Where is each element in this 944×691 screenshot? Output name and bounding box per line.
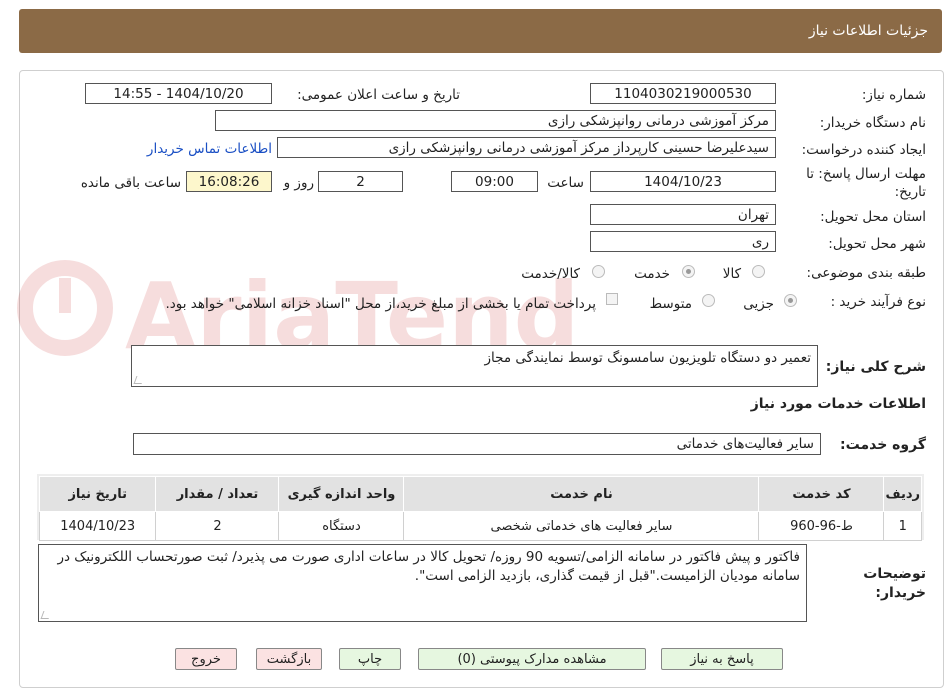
buyer-notes-text: فاکتور و پیش فاکتور در سامانه الزامی/تسو… (57, 549, 800, 584)
cell-row: 1 (883, 511, 922, 541)
creator-label: ایجاد کننده درخواست: (801, 142, 926, 158)
remaining-time-field: 16:08:26 (186, 171, 272, 192)
services-table: ردیف کد خدمت نام خدمت واحد اندازه گیری ت… (38, 476, 922, 541)
category-goods-label: کالا (722, 266, 741, 282)
remaining-label: ساعت باقی مانده (80, 175, 181, 191)
cell-code: ط-96-960 (758, 511, 885, 541)
province-label: استان محل تحویل: (820, 209, 926, 225)
col-qty: تعداد / مقدار (155, 476, 280, 512)
creator-field: سیدعلیرضا حسینی کارپرداز مرکز آموزشی درم… (277, 137, 776, 158)
province-field: تهران (590, 204, 776, 225)
description-label: شرح کلی نیاز: (825, 359, 926, 375)
need-number-field: 1104030219000530 (590, 83, 776, 104)
cell-qty: 2 (155, 511, 280, 541)
table-header-row: ردیف کد خدمت نام خدمت واحد اندازه گیری ت… (38, 476, 922, 512)
category-both-radio[interactable] (592, 265, 605, 278)
resize-handle-icon[interactable] (40, 611, 52, 619)
announce-field: 1404/10/20 - 14:55 (85, 83, 272, 104)
category-goods-radio[interactable] (752, 265, 765, 278)
need-number-label: شماره نیاز: (861, 87, 926, 103)
exit-button[interactable]: خروج (175, 648, 237, 670)
table-row: 1 ط-96-960 سایر فعالیت های خدماتی شخصی د… (38, 511, 922, 541)
reply-button[interactable]: پاسخ به نیاز (661, 648, 783, 670)
process-minor-radio[interactable] (784, 294, 797, 307)
col-code: کد خدمت (758, 476, 885, 512)
service-group-field: سایر فعالیت‌های خدماتی (133, 433, 821, 455)
city-field: ری (590, 231, 776, 252)
description-field: تعمیر دو دستگاه تلویزیون سامسونگ توسط نم… (131, 345, 818, 387)
process-medium-radio[interactable] (702, 294, 715, 307)
deadline-date-field: 1404/10/23 (590, 171, 776, 192)
days-field: 2 (318, 171, 403, 192)
process-minor-label: جزیی (743, 296, 774, 312)
col-name: نام خدمت (403, 476, 760, 512)
cell-name: سایر فعالیت های خدماتی شخصی (403, 511, 760, 541)
cell-unit: دستگاه (278, 511, 405, 541)
deadline-time-field: 09:00 (451, 171, 538, 192)
deadline-time-label: ساعت (547, 175, 584, 191)
process-label: نوع فرآیند خرید : (830, 294, 926, 310)
services-heading: اطلاعات خدمات مورد نیاز (750, 396, 926, 412)
buyer-org-field: مرکز آموزشی درمانی روانپزشکی رازی (215, 110, 776, 131)
days-label: روز و (283, 175, 314, 191)
category-label: طبقه بندی موضوعی: (806, 265, 926, 281)
back-button[interactable]: بازگشت (256, 648, 322, 670)
announce-label: تاریخ و ساعت اعلان عمومی: (297, 87, 460, 103)
col-date: تاریخ نیاز (38, 476, 157, 512)
category-both-label: کالا/خدمت (521, 266, 580, 282)
page-header: جزئیات اطلاعات نیاز (19, 9, 942, 53)
buyer-notes-label-2: خریدار: (875, 585, 926, 601)
col-unit: واحد اندازه گیری (278, 476, 405, 512)
treasury-checkbox[interactable] (606, 293, 618, 305)
resize-handle-icon[interactable] (133, 376, 145, 384)
city-label: شهر محل تحویل: (828, 236, 926, 252)
description-text: تعمیر دو دستگاه تلویزیون سامسونگ توسط نم… (484, 350, 811, 366)
payment-note: پرداخت تمام یا بخشی از مبلغ خرید،از محل … (165, 296, 596, 312)
deadline-label: مهلت ارسال پاسخ: تا (806, 166, 926, 182)
buyer-contact-link[interactable]: اطلاعات تماس خریدار (147, 141, 272, 157)
print-button[interactable]: چاپ (339, 648, 401, 670)
process-medium-label: متوسط (649, 296, 692, 312)
buyer-notes-label: توضیحات (863, 566, 926, 582)
col-row: ردیف (883, 476, 922, 512)
attachments-button[interactable]: مشاهده مدارک پیوستی (0) (418, 648, 646, 670)
service-group-label: گروه خدمت: (840, 437, 926, 453)
buyer-org-label: نام دستگاه خریدار: (819, 115, 926, 131)
buyer-notes-field: فاکتور و پیش فاکتور در سامانه الزامی/تسو… (38, 544, 807, 622)
page-title: جزئیات اطلاعات نیاز (808, 23, 928, 39)
deadline-label-date: تاریخ: (894, 184, 926, 200)
category-service-label: خدمت (634, 266, 670, 282)
category-service-radio[interactable] (682, 265, 695, 278)
cell-date: 1404/10/23 (38, 511, 157, 541)
